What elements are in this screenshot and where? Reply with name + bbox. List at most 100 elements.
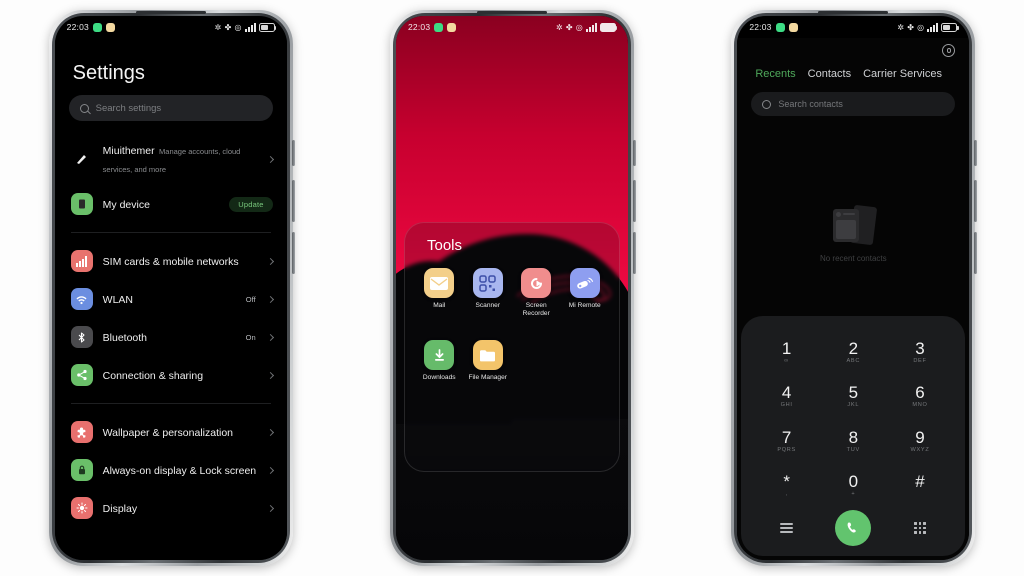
status-badge[interactable]: Update bbox=[229, 196, 273, 212]
phone-screen-home: 22:03 ✲ ✤ ◎ Tools Mail Scanner Screen Re… bbox=[395, 16, 628, 560]
status-bar: 22:03 ✲ ✤ ◎ bbox=[55, 16, 287, 38]
search-contacts-input[interactable]: Search contacts bbox=[751, 92, 956, 116]
dialpad-key-9[interactable]: 9 WXYZ bbox=[887, 419, 954, 464]
screen-recorder-icon bbox=[521, 268, 552, 298]
dialpad-key-1[interactable]: 1 ∞ bbox=[753, 330, 820, 375]
dialpad-key-2[interactable]: 2 ABC bbox=[820, 330, 887, 375]
dialpad-key-5[interactable]: 5 JKL bbox=[820, 375, 887, 420]
hamburger-menu-icon[interactable] bbox=[780, 523, 794, 533]
mi-remote-icon bbox=[569, 268, 600, 298]
dialpad-key-6[interactable]: 6 MNO bbox=[887, 375, 954, 420]
row-text: Display bbox=[103, 499, 258, 517]
tab-contacts[interactable]: Contacts bbox=[808, 68, 851, 80]
sidebar-item-bluetooth[interactable]: Bluetooth On bbox=[55, 318, 287, 356]
dialpad-key-3[interactable]: 3 DEF bbox=[887, 330, 954, 375]
empty-state: No recent contacts bbox=[737, 204, 969, 263]
bluetooth-icon: ✲ bbox=[555, 22, 563, 32]
volume-up-button[interactable] bbox=[974, 180, 978, 222]
phone-screen-dialer: 22:03 ✲ ✤ ◎ Recents Contacts Carrier Ser… bbox=[737, 16, 970, 560]
volume-down-button[interactable] bbox=[291, 232, 295, 274]
chevron-right-icon bbox=[266, 466, 274, 474]
sidebar-item-connection-sharing[interactable]: Connection & sharing bbox=[55, 356, 287, 394]
dnd-icon: ◎ bbox=[234, 22, 242, 32]
power-button[interactable] bbox=[632, 140, 636, 166]
sidebar-item-lock-screen[interactable]: Always-on display & Lock screen bbox=[55, 451, 287, 489]
sidebar-item-display[interactable]: Display bbox=[55, 489, 287, 527]
phone-notification-icon bbox=[775, 22, 785, 32]
chevron-right-icon bbox=[266, 333, 274, 341]
dialer-page: Recents Contacts Carrier Services Search… bbox=[737, 38, 970, 560]
folder-app-grid: Mail Scanner Screen Recorder Mi Remote D… bbox=[405, 254, 619, 393]
contact-avatar-dot bbox=[836, 212, 842, 217]
search-placeholder: Search contacts bbox=[778, 99, 843, 109]
dialpad-key-7[interactable]: 7 PQRS bbox=[753, 419, 820, 464]
dialpad-icon[interactable] bbox=[914, 522, 926, 534]
app-icon-downloads[interactable]: Downloads bbox=[415, 340, 464, 382]
volume-up-button[interactable] bbox=[291, 180, 295, 222]
volume-down-button[interactable] bbox=[974, 232, 978, 274]
sidebar-item-miuithemer[interactable]: Miuithemer Manage accounts, cloud servic… bbox=[55, 133, 287, 185]
gear-icon[interactable] bbox=[942, 44, 956, 57]
dialpad-key-4[interactable]: 4 GHI bbox=[753, 375, 820, 420]
power-button[interactable] bbox=[974, 140, 978, 166]
battery-icon bbox=[258, 22, 277, 32]
chevron-right-icon bbox=[266, 428, 274, 436]
key-number: 2 bbox=[848, 338, 859, 358]
dialpad-key-hash[interactable]: # bbox=[887, 464, 954, 509]
settings-page: Settings Search settings Miuithemer Mana… bbox=[54, 38, 287, 560]
status-bar-right: ✲ ✤ ◎ bbox=[897, 22, 959, 32]
sidebar-item-sim-cards[interactable]: SIM cards & mobile networks bbox=[55, 242, 287, 280]
sidebar-item-label: WLAN bbox=[102, 294, 133, 306]
app-label: Downloads bbox=[422, 374, 456, 382]
search-settings-input[interactable]: Search settings bbox=[68, 95, 273, 121]
nfc-icon: ✤ bbox=[907, 22, 915, 32]
sidebar-item-label: Display bbox=[102, 503, 138, 515]
key-number: 4 bbox=[781, 383, 792, 403]
earpiece-speaker bbox=[818, 11, 889, 14]
status-bar-left: 22:03 bbox=[407, 22, 457, 32]
volume-up-button[interactable] bbox=[632, 180, 636, 222]
sidebar-item-label: SIM cards & mobile networks bbox=[102, 256, 239, 268]
status-bar-time: 22:03 bbox=[749, 22, 772, 32]
call-button[interactable] bbox=[835, 510, 872, 546]
app-icon-mi-remote[interactable]: Mi Remote bbox=[560, 268, 609, 318]
chevron-right-icon bbox=[266, 257, 274, 265]
sidebar-item-wlan[interactable]: WLAN Off bbox=[55, 280, 287, 318]
sidebar-item-my-device[interactable]: My device Update bbox=[55, 185, 287, 223]
dialpad-key-0[interactable]: 0 + bbox=[820, 464, 887, 509]
tab-carrier-services[interactable]: Carrier Services bbox=[863, 68, 942, 80]
app-folder-tools[interactable]: Tools Mail Scanner Screen Recorder Mi Re… bbox=[403, 222, 620, 472]
dialpad-key-star[interactable]: * , bbox=[753, 464, 820, 509]
dialpad-key-8[interactable]: 8 TUV bbox=[820, 419, 887, 464]
app-icon-mail[interactable]: Mail bbox=[415, 268, 464, 318]
sidebar-item-label: Wallpaper & personalization bbox=[102, 427, 234, 439]
app-label: Mi Remote bbox=[568, 302, 601, 309]
divider bbox=[70, 403, 271, 404]
battery-icon bbox=[599, 22, 618, 32]
earpiece-speaker bbox=[135, 11, 206, 14]
app-icon-screen-recorder[interactable]: Screen Recorder bbox=[512, 268, 561, 318]
key-letters: DEF bbox=[913, 357, 927, 364]
settings-list: Miuithemer Manage accounts, cloud servic… bbox=[55, 133, 287, 527]
row-text: Bluetooth bbox=[103, 328, 236, 346]
row-text: Wallpaper & personalization bbox=[103, 423, 258, 441]
divider bbox=[70, 232, 271, 233]
power-button[interactable] bbox=[291, 140, 295, 166]
tab-recents[interactable]: Recents bbox=[755, 68, 795, 80]
call-icon bbox=[847, 522, 856, 533]
sidebar-item-wallpaper[interactable]: Wallpaper & personalization bbox=[55, 413, 287, 451]
volume-down-button[interactable] bbox=[632, 232, 636, 274]
sidebar-item-label: Bluetooth bbox=[102, 332, 148, 344]
signal-bars-icon bbox=[927, 22, 939, 32]
app-icon-file-manager[interactable]: File Manager bbox=[463, 340, 512, 382]
bluetooth-icon: ✲ bbox=[214, 22, 222, 32]
status-bar-time: 22:03 bbox=[407, 22, 431, 32]
key-letters: , bbox=[785, 491, 788, 498]
signal-bars-icon bbox=[244, 22, 256, 32]
dialer-toolbar bbox=[737, 38, 969, 57]
app-icon-scanner[interactable]: Scanner bbox=[463, 268, 512, 318]
contact-card-body bbox=[836, 220, 857, 239]
earpiece-speaker bbox=[476, 11, 547, 14]
app-notification-icon bbox=[447, 22, 457, 32]
key-letters: MNO bbox=[912, 402, 928, 409]
